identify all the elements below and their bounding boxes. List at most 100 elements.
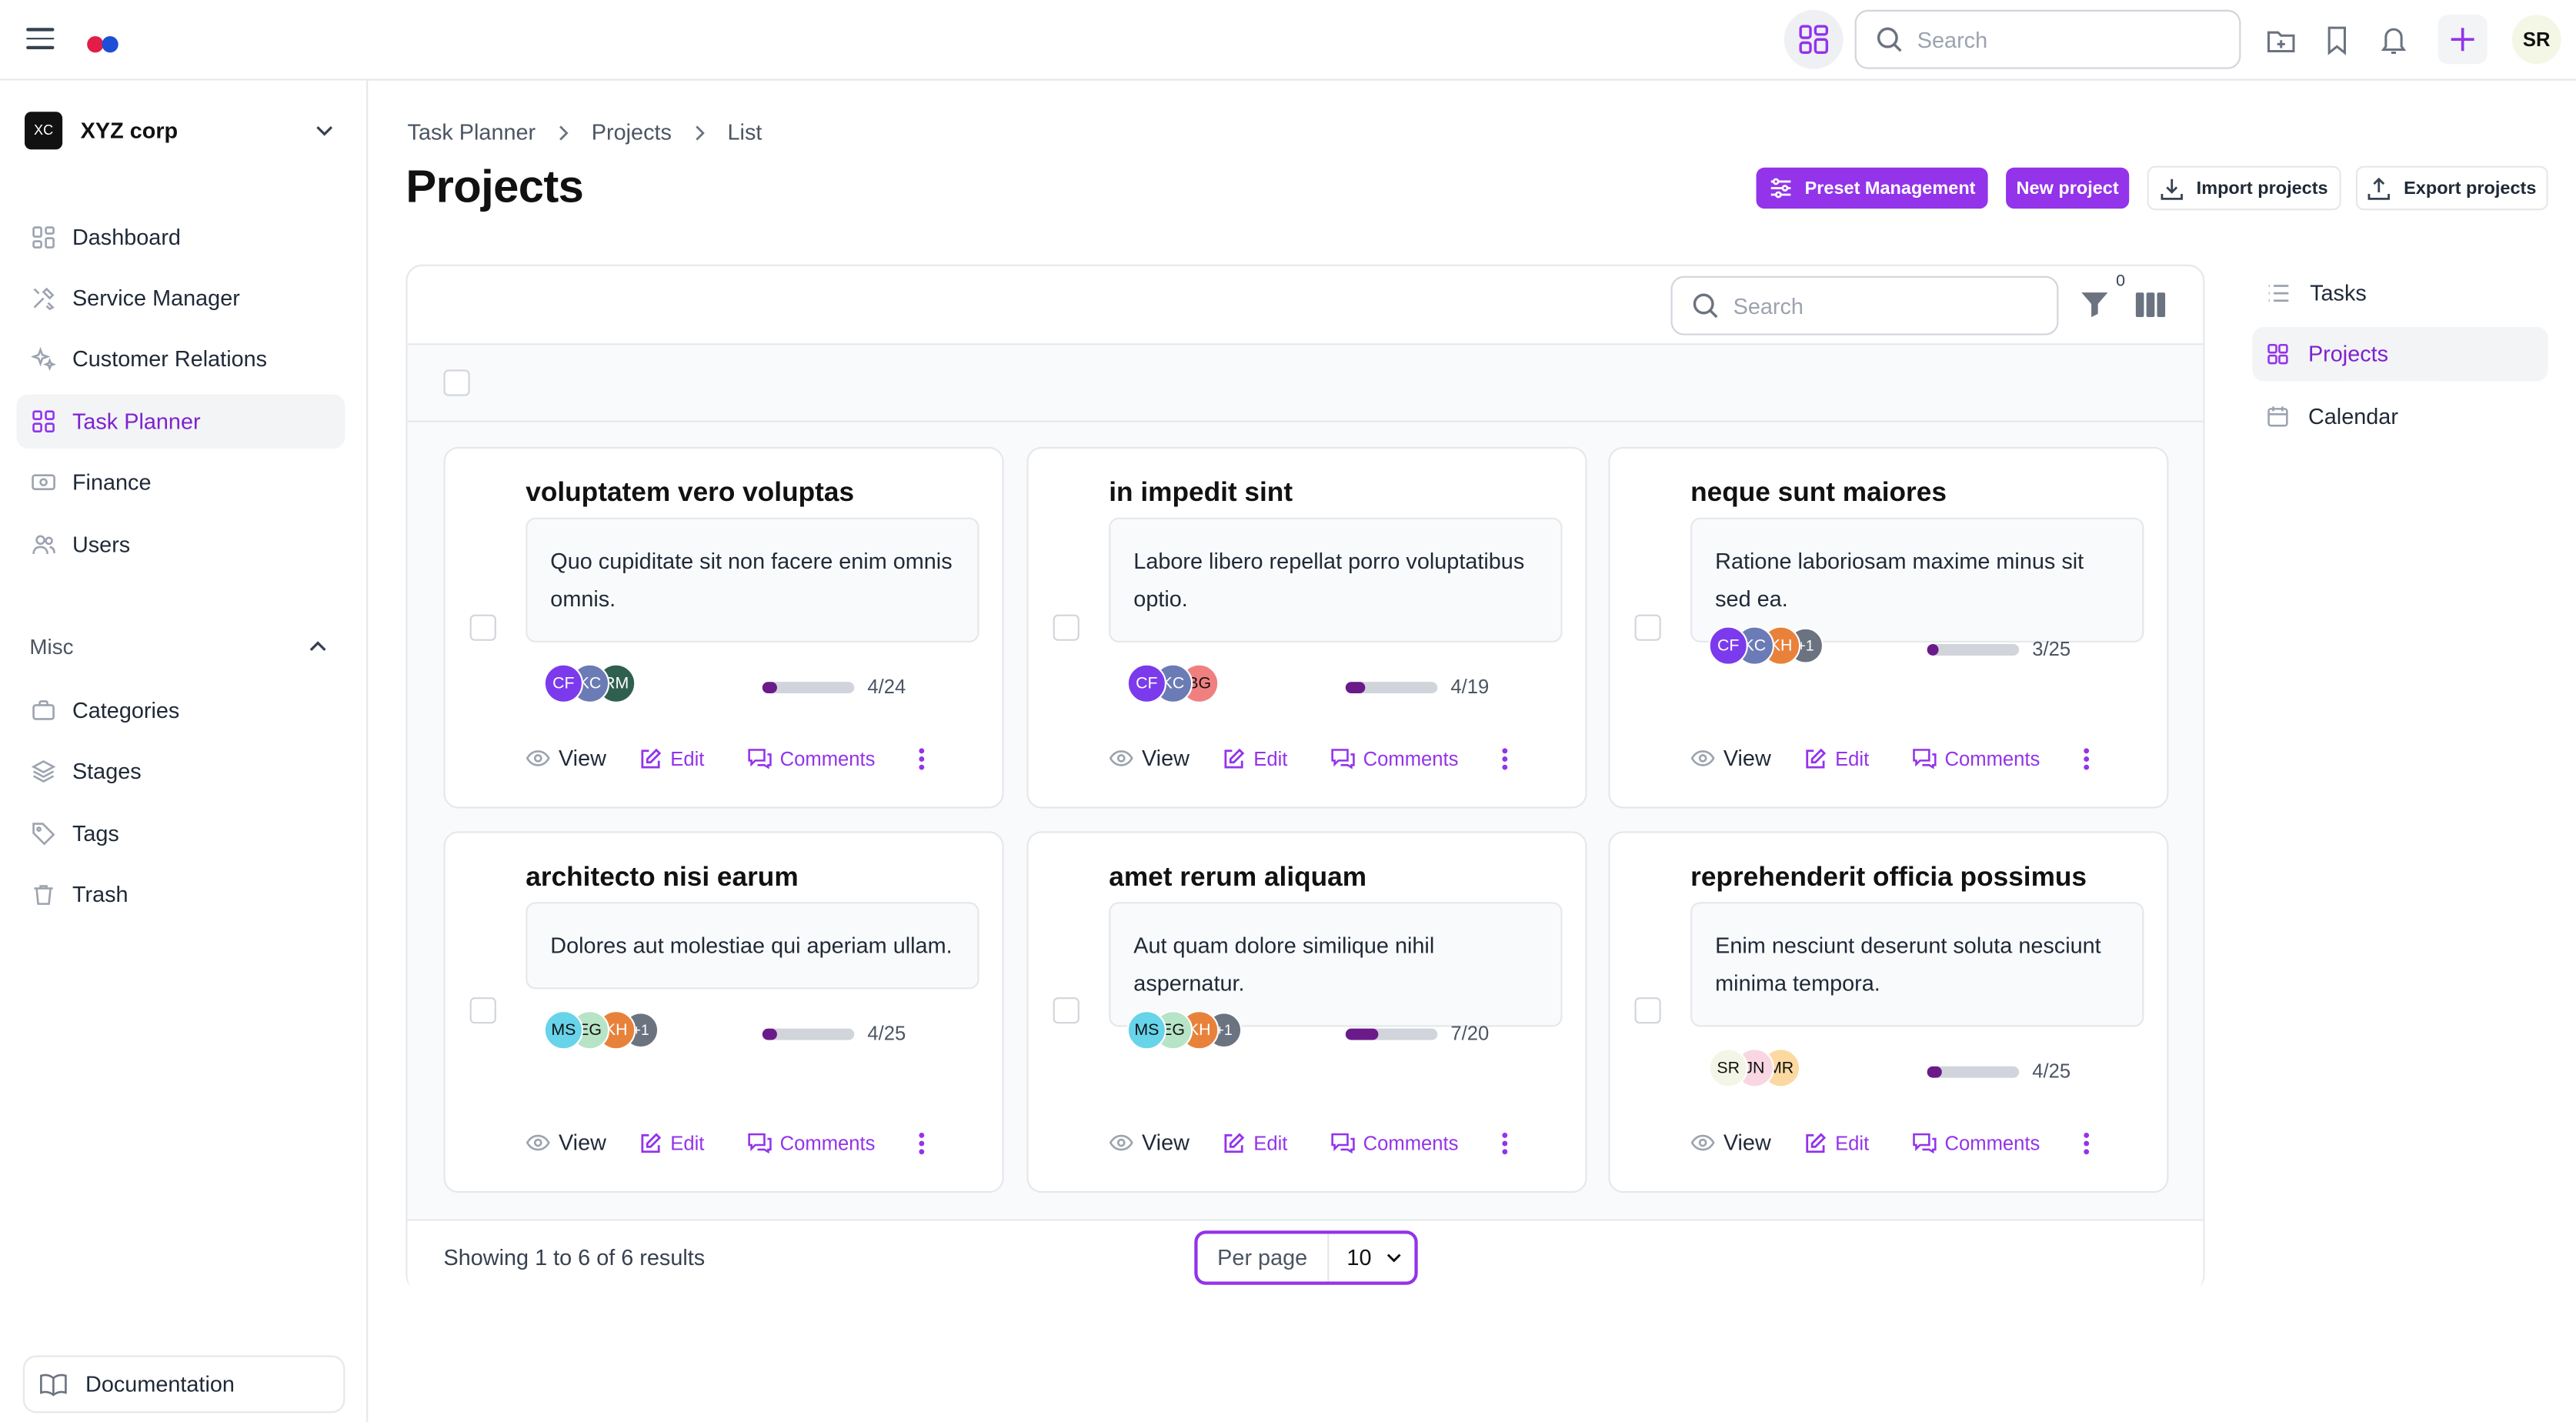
org-switcher[interactable]: XC XYZ corp	[25, 110, 345, 149]
subnav-tasks[interactable]: Tasks	[2252, 266, 2548, 320]
folder-plus-icon[interactable]	[2262, 22, 2298, 58]
per-page-select[interactable]: Per page 10	[1194, 1230, 1418, 1285]
comments-button[interactable]: Comments	[747, 746, 875, 769]
assignee-avatar[interactable]: SR	[1708, 1048, 1748, 1088]
project-title[interactable]: architecto nisi earum	[526, 863, 798, 894]
subnav-projects[interactable]: Projects	[2252, 326, 2548, 382]
assignee-avatar[interactable]: CF	[1708, 626, 1748, 666]
sidebar-item-categories[interactable]: Categories	[16, 683, 345, 737]
breadcrumb-task-planner[interactable]: Task Planner	[408, 120, 536, 145]
assignee-avatar[interactable]: MS	[1126, 1010, 1166, 1050]
tools-icon	[29, 285, 55, 311]
filter-icon[interactable]	[2080, 289, 2109, 319]
edit-icon	[1224, 747, 1245, 768]
project-title[interactable]: reprehenderit officia possimus	[1690, 863, 2087, 894]
sidebar-item-service-manager[interactable]: Service Manager	[16, 271, 345, 325]
more-options-icon[interactable]	[1501, 746, 1508, 769]
apps-grid-button[interactable]	[1784, 9, 1844, 69]
bell-icon[interactable]	[2375, 22, 2411, 58]
view-button[interactable]: View	[526, 1130, 606, 1155]
card-checkbox[interactable]	[469, 997, 496, 1024]
view-button[interactable]: View	[1690, 1130, 1771, 1155]
project-card[interactable]: reprehenderit officia possimus Enim nesci…	[1608, 831, 2169, 1193]
menu-icon[interactable]	[26, 28, 55, 49]
edit-button[interactable]: Edit	[1223, 1131, 1287, 1154]
more-options-icon[interactable]	[2083, 1131, 2090, 1154]
more-options-icon[interactable]	[2083, 746, 2090, 769]
global-search[interactable]	[1854, 9, 2241, 69]
assignee-avatar[interactable]: CF	[543, 663, 583, 703]
project-title[interactable]: in impedit sint	[1109, 478, 1293, 509]
upload-icon	[2367, 176, 2391, 199]
app-logo[interactable]	[87, 32, 118, 61]
projects-search[interactable]	[1670, 275, 2059, 335]
edit-button[interactable]: Edit	[1804, 746, 1869, 769]
progress-bar	[762, 1027, 855, 1040]
sidebar-item-tags[interactable]: Tags	[16, 806, 345, 860]
eye-icon	[1690, 1134, 1715, 1151]
chevron-up-icon	[309, 641, 326, 651]
sidebar-item-users[interactable]: Users	[16, 518, 345, 572]
sidebar-item-dashboard[interactable]: Dashboard	[16, 210, 345, 264]
edit-button[interactable]: Edit	[639, 1131, 704, 1154]
project-title[interactable]: neque sunt maiores	[1690, 478, 1947, 509]
project-title[interactable]: voluptatem vero voluptas	[526, 478, 854, 509]
task-progress: 4/25	[1927, 1060, 2070, 1083]
edit-button[interactable]: Edit	[639, 746, 705, 770]
per-page-value[interactable]: 10	[1329, 1245, 1403, 1270]
create-button[interactable]	[2438, 15, 2488, 65]
new-project-button[interactable]: New project	[2006, 167, 2130, 209]
edit-label: Edit	[670, 746, 705, 770]
export-projects-button[interactable]: Export projects	[2355, 165, 2548, 211]
comments-button[interactable]: Comments	[1912, 1131, 2040, 1154]
sidebar-item-trash[interactable]: Trash	[16, 867, 345, 921]
card-checkbox[interactable]	[1634, 614, 1661, 641]
project-card[interactable]: voluptatem vero voluptas Quo cupiditate s…	[443, 446, 1004, 809]
comments-button[interactable]: Comments	[1330, 746, 1459, 770]
comments-button[interactable]: Comments	[1912, 746, 2040, 769]
subnav-calendar[interactable]: Calendar	[2252, 389, 2548, 443]
preset-management-button[interactable]: Preset Management	[1756, 167, 1988, 209]
sidebar-item-customer-relations[interactable]: Customer Relations	[16, 332, 345, 386]
user-avatar[interactable]: SR	[2511, 15, 2561, 65]
bookmark-icon[interactable]	[2318, 22, 2354, 58]
assignee-avatar[interactable]: CF	[1126, 663, 1166, 703]
card-checkbox[interactable]	[1053, 614, 1079, 641]
edit-button[interactable]: Edit	[1804, 1131, 1869, 1154]
select-all-checkbox[interactable]	[443, 369, 470, 396]
sidebar-item-stages[interactable]: Stages	[16, 744, 345, 798]
misc-section-toggle[interactable]: Misc	[29, 634, 329, 659]
sidebar-item-finance[interactable]: Finance	[16, 455, 345, 509]
dashboard-icon	[29, 224, 55, 250]
breadcrumb-projects[interactable]: Projects	[592, 120, 672, 145]
documentation-button[interactable]: Documentation	[22, 1355, 345, 1414]
columns-icon[interactable]	[2135, 292, 2166, 318]
project-card[interactable]: architecto nisi earum Dolores aut molesti…	[443, 831, 1004, 1193]
card-checkbox[interactable]	[1053, 997, 1079, 1024]
card-checkbox[interactable]	[1634, 997, 1661, 1024]
more-options-icon[interactable]	[918, 1131, 925, 1154]
view-label: View	[1723, 1130, 1771, 1156]
projects-search-input[interactable]	[1733, 293, 2029, 319]
global-search-input[interactable]	[1917, 27, 2214, 52]
view-button[interactable]: View	[1109, 746, 1190, 770]
project-title[interactable]: amet rerum aliquam	[1109, 863, 1366, 894]
sidebar-item-task-planner[interactable]: Task Planner	[16, 394, 345, 449]
edit-button[interactable]: Edit	[1223, 746, 1287, 769]
import-projects-button[interactable]: Import projects	[2147, 165, 2341, 211]
project-card[interactable]: amet rerum aliquam Aut quam dolore simili…	[1026, 831, 1587, 1193]
card-checkbox[interactable]	[469, 614, 496, 641]
comments-button[interactable]: Comments	[1330, 1131, 1458, 1154]
more-options-icon[interactable]	[918, 746, 925, 769]
view-button[interactable]: View	[526, 746, 606, 770]
comments-label: Comments	[1363, 746, 1459, 770]
results-summary: Showing 1 to 6 of 6 results	[443, 1245, 706, 1270]
documentation-label: Documentation	[85, 1371, 235, 1397]
comments-button[interactable]: Comments	[747, 1131, 875, 1154]
assignee-avatar[interactable]: MS	[543, 1010, 583, 1050]
view-button[interactable]: View	[1690, 746, 1771, 770]
more-options-icon[interactable]	[1501, 1131, 1508, 1154]
project-card[interactable]: neque sunt maiores Ratione laboriosam max…	[1608, 446, 2169, 809]
view-button[interactable]: View	[1109, 1130, 1190, 1155]
project-card[interactable]: in impedit sint Labore libero repellat po…	[1026, 446, 1587, 809]
